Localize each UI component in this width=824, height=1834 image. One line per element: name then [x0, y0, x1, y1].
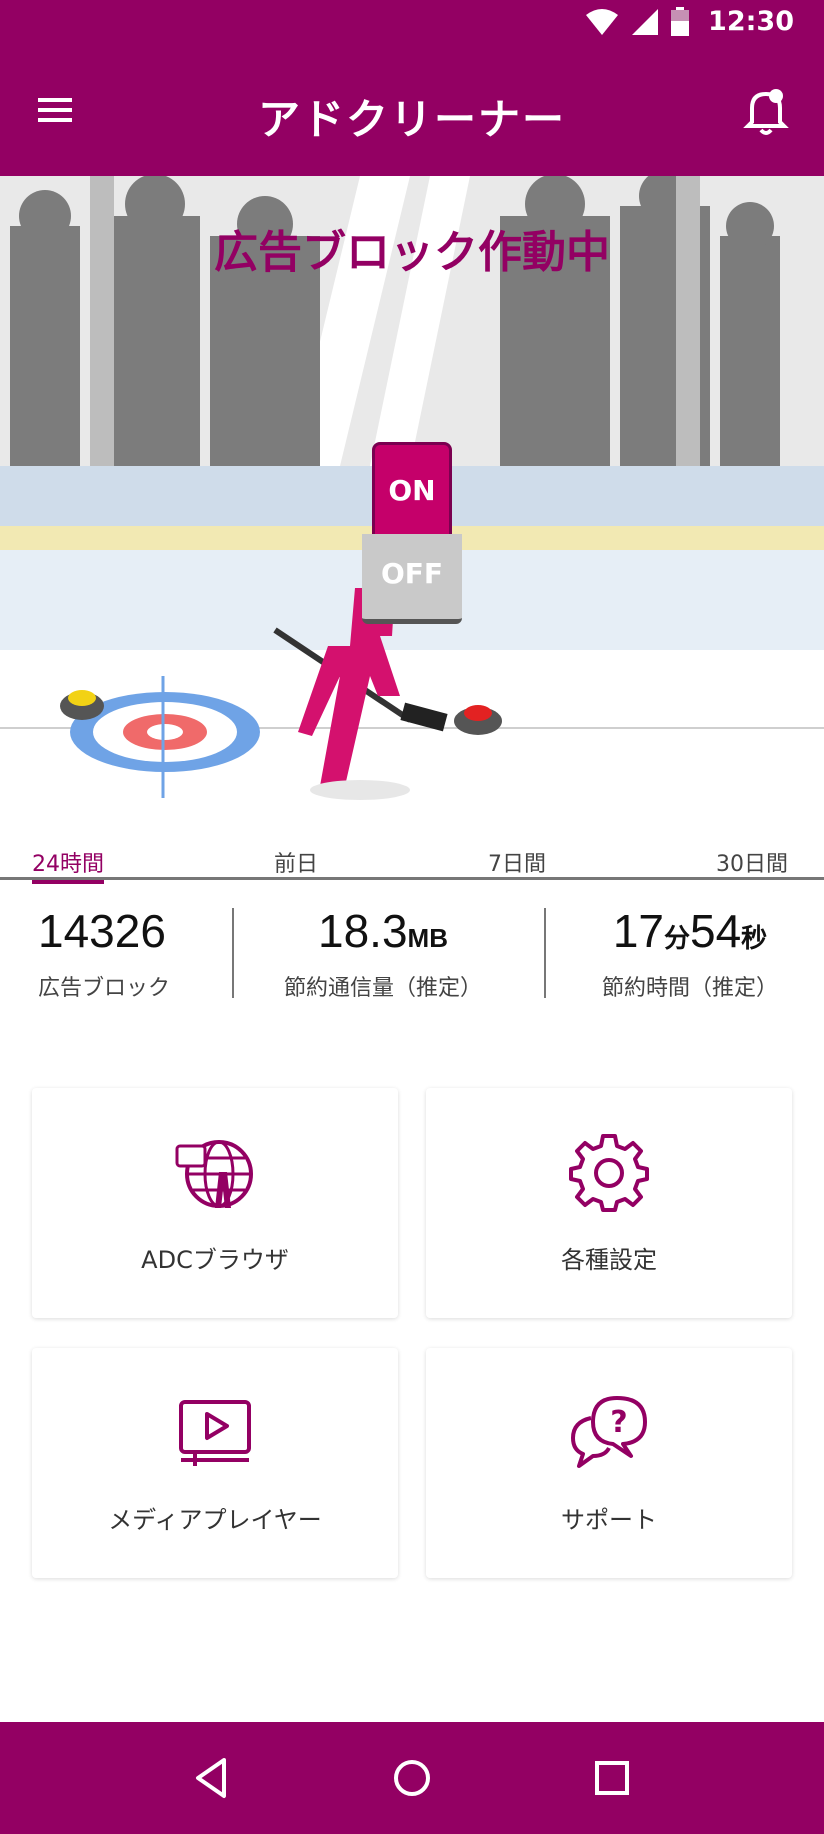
- support-chat-icon: ?: [571, 1396, 647, 1468]
- adblock-status-text: 広告ブロック作動中: [214, 227, 610, 278]
- ads-blocked-value: 14326: [38, 905, 166, 957]
- stat-ads-blocked: 14326 広告ブロック: [38, 904, 170, 1002]
- tab-30-days[interactable]: 30日間: [716, 846, 788, 878]
- recents-button[interactable]: [586, 1752, 638, 1804]
- adblock-toggle-switch[interactable]: ON OFF: [362, 442, 462, 626]
- notifications-button[interactable]: [742, 82, 790, 138]
- adc-browser-card[interactable]: ADCブラウザ: [32, 1088, 398, 1318]
- back-button[interactable]: [186, 1752, 238, 1804]
- switch-off-label: OFF: [362, 534, 462, 624]
- app-bar: アドクリーナー: [0, 48, 824, 176]
- time-saved-label: 節約時間（推定）: [602, 976, 779, 1001]
- tab-24h[interactable]: 24時間: [32, 846, 104, 884]
- home-button[interactable]: [386, 1752, 438, 1804]
- home-circle-icon: [394, 1760, 430, 1796]
- data-saved-label: 節約通信量（推定）: [284, 976, 483, 1001]
- recents-square-icon: [595, 1761, 629, 1795]
- gear-icon: [569, 1134, 649, 1212]
- bell-icon: [743, 89, 789, 135]
- system-navigation-bar: [0, 1722, 824, 1834]
- time-saved-seconds: 54: [690, 905, 742, 957]
- stats-panel: 14326 広告ブロック 18.3MB 節約通信量（推定） 17分54秒 節約時…: [0, 880, 824, 1030]
- ads-blocked-label: 広告ブロック: [38, 976, 171, 1001]
- media-player-label: メディアプレイヤー: [108, 1506, 322, 1534]
- globe-browser-icon: [175, 1140, 253, 1208]
- tab-previous-day[interactable]: 前日: [274, 846, 318, 878]
- data-saved-unit: MB: [407, 923, 448, 953]
- period-tabs: 24時間 前日 7日間 30日間: [0, 836, 824, 884]
- stat-time-saved: 17分54秒 節約時間（推定）: [602, 904, 778, 1002]
- hero-illustration: 広告ブロック作動中 ON OFF: [0, 176, 824, 816]
- status-bar: 12:30: [0, 0, 824, 48]
- media-player-card[interactable]: メディアプレイヤー: [32, 1348, 398, 1578]
- back-triangle-icon: [196, 1758, 226, 1798]
- app-title: アドクリーナー: [257, 95, 566, 144]
- time-saved-minutes-unit: 分: [663, 923, 690, 953]
- time-saved-minutes: 17: [612, 905, 664, 957]
- battery-icon: [671, 6, 690, 36]
- svg-text:?: ?: [610, 1405, 627, 1440]
- stats-divider: [232, 908, 234, 998]
- settings-card[interactable]: 各種設定: [426, 1088, 792, 1318]
- stats-divider: [544, 908, 546, 998]
- media-player-icon: [179, 1400, 251, 1466]
- switch-on-label: ON: [372, 442, 452, 538]
- stat-data-saved: 18.3MB 節約通信量（推定）: [284, 904, 482, 1002]
- time-saved-seconds-unit: 秒: [741, 923, 768, 953]
- support-label: サポート: [561, 1506, 657, 1534]
- data-saved-value: 18.3: [318, 905, 408, 957]
- settings-label: 各種設定: [561, 1246, 657, 1274]
- status-time: 12:30: [708, 6, 794, 37]
- signal-icon: [632, 8, 659, 35]
- support-card[interactable]: ? サポート: [426, 1348, 792, 1578]
- tab-7-days[interactable]: 7日間: [488, 846, 546, 878]
- wifi-icon: [586, 8, 619, 35]
- adc-browser-label: ADCブラウザ: [141, 1246, 289, 1274]
